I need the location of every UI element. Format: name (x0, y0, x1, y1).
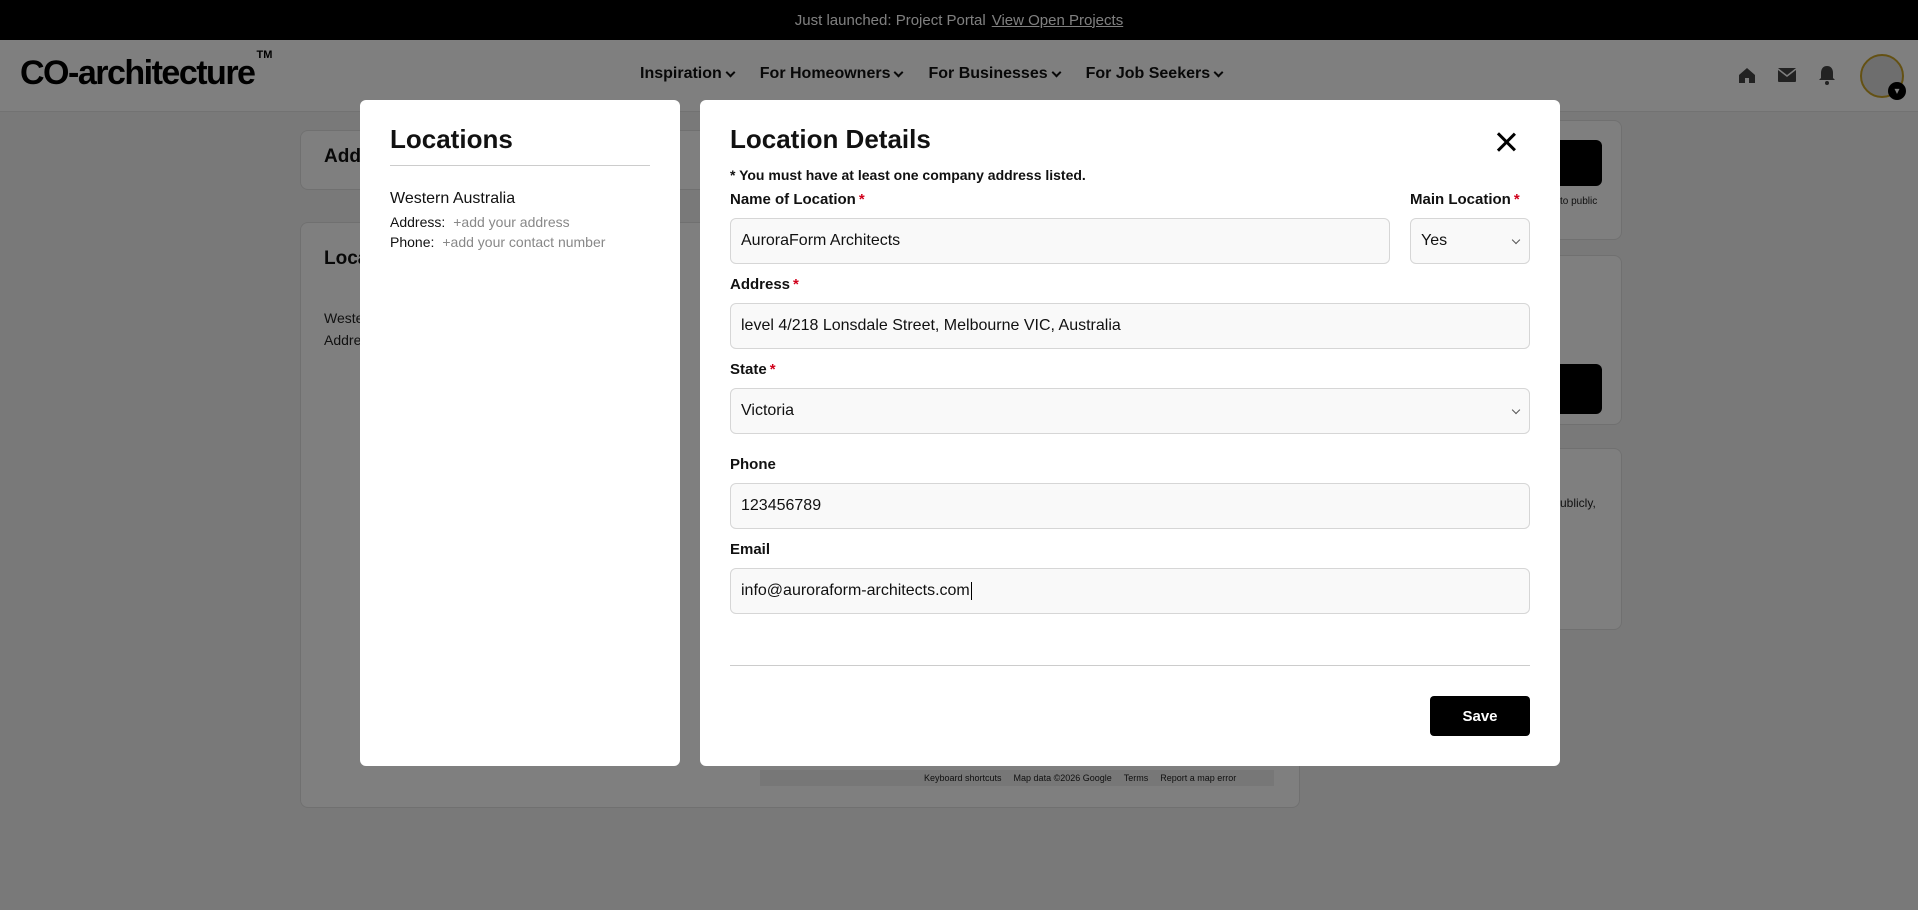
name-group: Name of Location * AuroraForm Architects (730, 191, 1390, 264)
divider (730, 665, 1530, 666)
required-mark: * (1513, 191, 1520, 208)
location-name[interactable]: Western Australia (390, 190, 650, 208)
state-value: Victoria (741, 402, 795, 419)
required-note: * You must have at least one company add… (730, 167, 1086, 183)
location-phone-label: Phone: (390, 234, 435, 250)
state-label: State * (730, 361, 1530, 378)
main-location-value: Yes (1421, 232, 1448, 249)
phone-group: Phone 123456789 (730, 456, 1530, 529)
add-address-link[interactable]: +add your address (453, 214, 569, 230)
email-group: Email info@auroraform-architects.com (730, 541, 1530, 614)
locations-title: Locations (390, 124, 650, 166)
location-name-value: AuroraForm Architects (741, 232, 901, 249)
location-address-line: Address: +add your address (390, 214, 650, 230)
main-location-label-text: Main Location (1410, 191, 1511, 208)
email-input[interactable]: info@auroraform-architects.com (730, 568, 1530, 614)
main-location-label: Main Location * (1410, 191, 1530, 208)
location-phone-line: Phone: +add your contact number (390, 234, 650, 250)
address-input[interactable]: level 4/218 Lonsdale Street, Melbourne V… (730, 303, 1530, 349)
state-group: State * Victoria (730, 361, 1530, 434)
location-entry[interactable]: Western Australia Address: +add your add… (390, 190, 650, 250)
address-label-text: Address (730, 276, 791, 293)
chevron-down-icon (1511, 235, 1521, 244)
state-select[interactable]: Victoria (730, 388, 1530, 434)
locations-panel: Locations Western Australia Address: +ad… (360, 100, 680, 766)
email-label: Email (730, 541, 771, 558)
location-name-input[interactable]: AuroraForm Architects (730, 218, 1390, 264)
chevron-down-icon (1511, 405, 1521, 414)
email-value: info@auroraform-architects.com (741, 582, 970, 599)
name-label: Name of Location * (730, 191, 1390, 208)
name-label-text: Name of Location (730, 191, 856, 208)
location-details-modal: Location Details * You must have at leas… (700, 100, 1560, 766)
address-group: Address * level 4/218 Lonsdale Street, Me… (730, 276, 1530, 349)
text-caret (970, 582, 972, 600)
main-location-select[interactable]: Yes (1410, 218, 1530, 264)
phone-value: 123456789 (741, 497, 822, 514)
state-label-text: State (730, 361, 767, 378)
close-icon[interactable] (1494, 130, 1518, 154)
address-label: Address * (730, 276, 1530, 293)
save-button[interactable]: Save (1430, 696, 1530, 736)
main-location-group: Main Location * Yes (1410, 191, 1530, 264)
modal-title: Location Details (730, 124, 931, 154)
address-value: level 4/218 Lonsdale Street, Melbourne V… (741, 317, 1121, 334)
add-contact-link[interactable]: +add your contact number (442, 234, 605, 250)
phone-label: Phone (730, 456, 776, 473)
location-address-label: Address: (390, 214, 446, 230)
required-mark: * (769, 361, 776, 378)
name-and-main-row: Name of Location * AuroraForm Architects … (730, 191, 1530, 264)
required-mark: * (858, 191, 865, 208)
phone-input[interactable]: 123456789 (730, 483, 1530, 529)
required-mark: * (793, 276, 799, 293)
